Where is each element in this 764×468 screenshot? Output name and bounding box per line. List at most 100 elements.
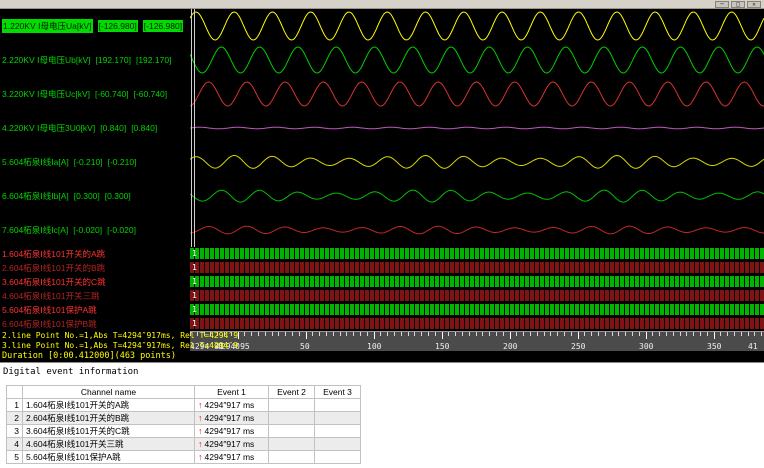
digital-event-panel: Digital event information Channel name E… bbox=[0, 362, 764, 468]
time-tick bbox=[387, 332, 389, 336]
digital-state-value: 1 bbox=[192, 319, 197, 328]
rising-edge-icon: ↑ bbox=[198, 413, 203, 423]
event-channel-name: 4.604柘泉Ⅰ线101开关三跳 bbox=[22, 437, 195, 451]
time-tick bbox=[394, 332, 395, 336]
digital-status-bar: 1 bbox=[190, 262, 764, 273]
window-controls: ─ □ ✕ bbox=[715, 1, 761, 8]
waveform-channel-1 bbox=[189, 11, 764, 41]
digital-channel-label[interactable]: 6.604柘泉Ⅰ线101保护B跳 bbox=[0, 317, 190, 331]
cursor1-value: [0.300] bbox=[73, 191, 100, 201]
close-icon[interactable]: ✕ bbox=[747, 1, 761, 8]
time-tick bbox=[747, 332, 749, 336]
digital-state-value: 1 bbox=[192, 263, 197, 272]
analog-channel-row[interactable]: 5.604柘泉Ⅰ线Ia[A] [-0.210] [-0.210] bbox=[0, 145, 190, 179]
time-tick bbox=[550, 332, 552, 336]
analog-channel-label: 2.220KV Ⅰ母电压Ub[kV] bbox=[2, 55, 91, 65]
time-tick bbox=[740, 332, 742, 336]
fault-recorder-window: ─ □ ✕ 1.220KV Ⅰ母电压Ua[kV] [-126.980] [-12… bbox=[0, 0, 764, 468]
waveform-channel-5 bbox=[189, 154, 764, 169]
waveform-plot[interactable] bbox=[189, 9, 764, 247]
digital-channel-label[interactable]: 2.604柘泉Ⅰ线101开关的B跳 bbox=[0, 261, 190, 275]
digital-state-value: 1 bbox=[192, 291, 197, 300]
event3-time bbox=[314, 437, 361, 451]
digital-state-value: 1 bbox=[192, 305, 197, 314]
time-tick bbox=[434, 332, 436, 336]
event-table-row[interactable]: 2 2.604柘泉Ⅰ线101开关的B跳 ↑ 4294″917 ms bbox=[6, 411, 361, 425]
analog-channel-section: 1.220KV Ⅰ母电压Ua[kV] [-126.980] [-126.980]… bbox=[0, 9, 764, 247]
cursor1-value: [-0.210] bbox=[73, 157, 103, 167]
digital-status-bar: 1 bbox=[190, 276, 764, 287]
cursor2-value: [192.170] bbox=[135, 55, 172, 65]
digital-channel-label[interactable]: 4.604柘泉Ⅰ线101开关三跳 bbox=[0, 289, 190, 303]
event-table-row[interactable]: 5 5.604柘泉Ⅰ线101保护A跳 ↑ 4294″917 ms bbox=[6, 450, 361, 464]
analog-channel-row[interactable]: 3.220KV Ⅰ母电压Uc[kV] [-60.740] [-60.740] bbox=[0, 77, 190, 111]
time-tick bbox=[489, 332, 491, 336]
time-tick bbox=[557, 332, 559, 336]
header-channel-name: Channel name bbox=[22, 385, 195, 399]
time-tick bbox=[502, 332, 504, 336]
digital-status-bar: 1 bbox=[190, 318, 764, 329]
time-tick bbox=[611, 332, 613, 336]
time-tick bbox=[441, 332, 443, 339]
time-tick bbox=[666, 332, 667, 336]
header-event-2: Event 2 bbox=[268, 385, 315, 399]
event1-time: 4294″917 ms bbox=[204, 439, 255, 449]
time-tick bbox=[271, 332, 273, 336]
rising-edge-icon: ↑ bbox=[198, 452, 203, 462]
time-tick bbox=[319, 332, 321, 336]
digital-event-table: Channel name Event 1 Event 2 Event 3 1 1… bbox=[6, 385, 361, 464]
time-tick bbox=[632, 332, 633, 336]
cursor1-value: [192.170] bbox=[95, 55, 131, 65]
analog-channel-row[interactable]: 1.220KV Ⅰ母电压Ua[kV] [-126.980] [-126.980] bbox=[0, 9, 190, 43]
event-table-row[interactable]: 4 4.604柘泉Ⅰ线101开关三跳 ↑ 4294″917 ms bbox=[6, 437, 361, 451]
analog-channel-row[interactable]: 6.604柘泉Ⅰ线Ib[A] [0.300] [0.300] bbox=[0, 179, 190, 213]
cursor1-value: [-126.980] bbox=[97, 20, 138, 32]
rising-edge-icon: ↑ bbox=[198, 426, 203, 436]
time-tick bbox=[700, 332, 701, 336]
digital-channel-label[interactable]: 5.604柘泉Ⅰ线101保护A跳 bbox=[0, 303, 190, 317]
time-tick bbox=[400, 332, 402, 336]
digital-status-bar: 1 bbox=[190, 304, 764, 315]
waveform-channel-6 bbox=[189, 189, 764, 203]
time-tick bbox=[638, 332, 640, 336]
event-channel-name: 2.604柘泉Ⅰ线101开关的B跳 bbox=[22, 411, 195, 425]
event-table-row[interactable]: 3 3.604柘泉Ⅰ线101开关的C跳 ↑ 4294″917 ms bbox=[6, 424, 361, 438]
analog-channel-label: 1.220KV Ⅰ母电压Ua[kV] bbox=[2, 19, 93, 33]
digital-channel-label[interactable]: 1.604柘泉Ⅰ线101开关的A跳 bbox=[0, 247, 190, 261]
digital-channel-bar-row: 1 bbox=[190, 247, 764, 261]
event3-time bbox=[314, 398, 361, 412]
time-tick bbox=[305, 332, 307, 339]
time-tick bbox=[598, 332, 599, 336]
analog-channel-row[interactable]: 4.220KV Ⅰ母电压3U0[kV] [0.840] [0.840] bbox=[0, 111, 190, 145]
row-number: 3 bbox=[6, 424, 23, 438]
row-number: 4 bbox=[6, 437, 23, 451]
time-tick bbox=[462, 332, 463, 336]
digital-channel-label[interactable]: 3.604柘泉Ⅰ线101开关的C跳 bbox=[0, 275, 190, 289]
time-tick bbox=[421, 332, 423, 336]
time-tick bbox=[645, 332, 647, 339]
time-axis-label: 100 bbox=[367, 342, 382, 351]
digital-state-value: 1 bbox=[192, 277, 197, 286]
time-axis[interactable]: 4294″91 4294″95 0 50 100 150 200 250 300 350 41 bbox=[190, 331, 764, 351]
time-axis-label: 50 bbox=[300, 342, 310, 351]
time-tick bbox=[720, 332, 722, 336]
cursor1-value: [-60.740] bbox=[95, 89, 129, 99]
analog-channel-label: 5.604柘泉Ⅰ线Ia[A] bbox=[2, 157, 69, 167]
analog-channel-row[interactable]: 7.604柘泉Ⅰ线Ic[A] [-0.020] [-0.020] bbox=[0, 213, 190, 247]
time-tick bbox=[326, 332, 327, 336]
analog-channel-row[interactable]: 2.220KV Ⅰ母电压Ub[kV] [192.170] [192.170] bbox=[0, 43, 190, 77]
time-tick bbox=[448, 332, 450, 336]
minimize-icon[interactable]: ─ bbox=[715, 1, 729, 8]
time-tick bbox=[278, 332, 280, 336]
event1-time: 4294″917 ms bbox=[204, 452, 255, 462]
cursor2-value: [-60.740] bbox=[133, 89, 168, 99]
event-table-row[interactable]: 1 1.604柘泉Ⅰ线101开关的A跳 ↑ 4294″917 ms bbox=[6, 398, 361, 412]
waveform-channel-7 bbox=[189, 225, 764, 235]
event1-time: 4294″917 ms bbox=[204, 413, 255, 423]
digital-channel-list: 1.604柘泉Ⅰ线101开关的A跳 2.604柘泉Ⅰ线101开关的B跳 3.604柘… bbox=[0, 247, 190, 331]
maximize-icon[interactable]: □ bbox=[731, 1, 745, 8]
rising-edge-icon: ↑ bbox=[198, 400, 203, 410]
header-event-3: Event 3 bbox=[314, 385, 361, 399]
digital-status-bars: 1 1 1 1 1 1 bbox=[190, 247, 764, 331]
cursor2-value: [-0.020] bbox=[107, 225, 136, 235]
